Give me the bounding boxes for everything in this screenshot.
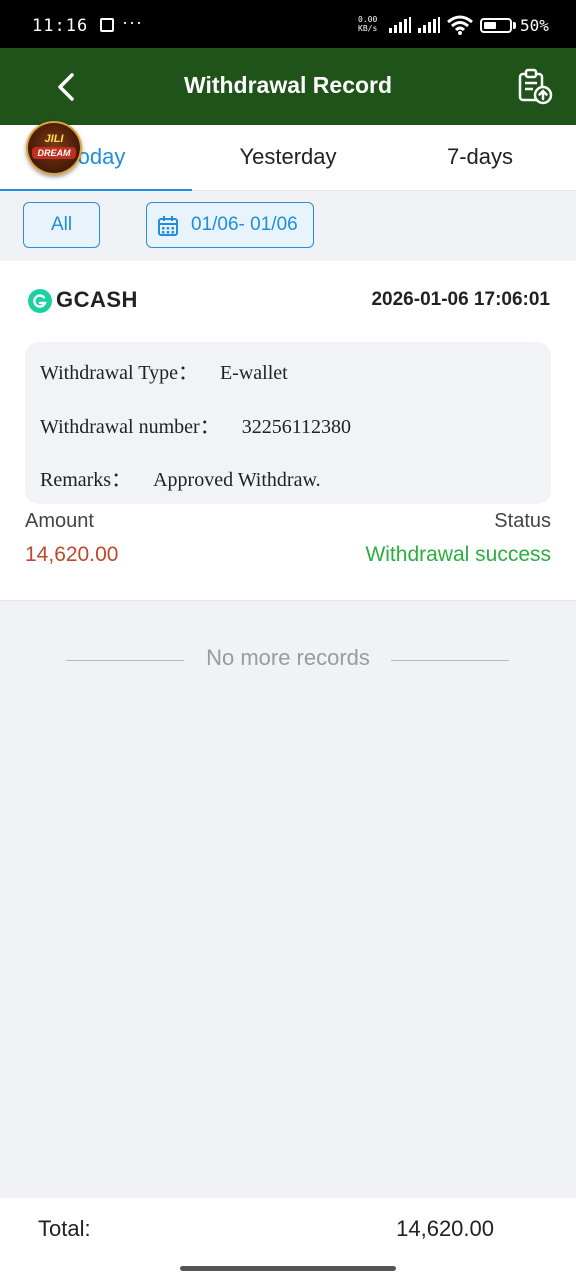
withdrawal-record-card[interactable]: GCASH 2026-01-06 17:06:01 Withdrawal Typ…	[0, 261, 576, 601]
record-details-box: Withdrawal Type： E-wallet Withdrawal numb…	[25, 342, 551, 504]
page-title: Withdrawal Record	[183, 72, 393, 98]
status-label: Status	[494, 510, 551, 532]
wifi-icon	[447, 15, 473, 35]
signal-icon	[418, 17, 440, 33]
all-filter-button[interactable]: All	[23, 202, 100, 248]
network-speed: 0.00 KB/s	[358, 15, 378, 33]
signal-icon	[389, 17, 411, 33]
record-datetime: 2026-01-06 17:06:01	[371, 289, 550, 310]
date-range-button[interactable]: 01/06- 01/06	[146, 202, 314, 248]
home-gesture-handle[interactable]	[180, 1266, 396, 1271]
gcash-logo-icon	[28, 289, 52, 313]
amount-value: 14,620.00	[25, 543, 119, 566]
calendar-icon	[158, 216, 178, 236]
detail-row-remarks: Remarks： Approved Withdraw.	[40, 469, 321, 491]
app-header: Withdrawal Record	[0, 48, 576, 125]
battery-icon	[480, 18, 512, 33]
no-more-records-text: No more records	[206, 645, 370, 670]
clock: 11:16	[32, 16, 89, 36]
total-value: 14,620.00	[396, 1216, 494, 1241]
screenshot-notification-icon	[100, 18, 114, 32]
more-notifications-indicator: ···	[122, 12, 143, 32]
list-end-indicator: No more records	[0, 645, 576, 675]
channel-name: GCASH	[56, 287, 138, 312]
total-label: Total:	[38, 1216, 91, 1241]
jili-dream-logo[interactable]: JILI DREAM	[26, 121, 82, 175]
detail-row-number: Withdrawal number： 32256112380	[40, 416, 351, 438]
battery-percent: 50%	[520, 16, 549, 35]
amount-label: Amount	[25, 510, 94, 532]
detail-row-type: Withdrawal Type： E-wallet	[40, 362, 288, 384]
status-bar: 11:16 ··· 0.00 KB/s 50%	[0, 0, 576, 48]
filter-bar: All 01/06- 01/06	[0, 191, 576, 261]
status-badge: Withdrawal success	[365, 543, 551, 566]
date-range-label: 01/06- 01/06	[191, 214, 298, 235]
total-footer: Total: 14,620.00	[0, 1198, 576, 1258]
system-nav-bar	[0, 1258, 576, 1280]
divider-right	[391, 660, 509, 661]
tab-7-days[interactable]: 7-days	[384, 125, 576, 191]
date-tabs: Today Yesterday 7-days	[0, 125, 576, 192]
clipboard-upload-icon[interactable]	[516, 68, 554, 106]
tab-yesterday[interactable]: Yesterday	[192, 125, 384, 191]
battery-tip	[513, 22, 516, 29]
